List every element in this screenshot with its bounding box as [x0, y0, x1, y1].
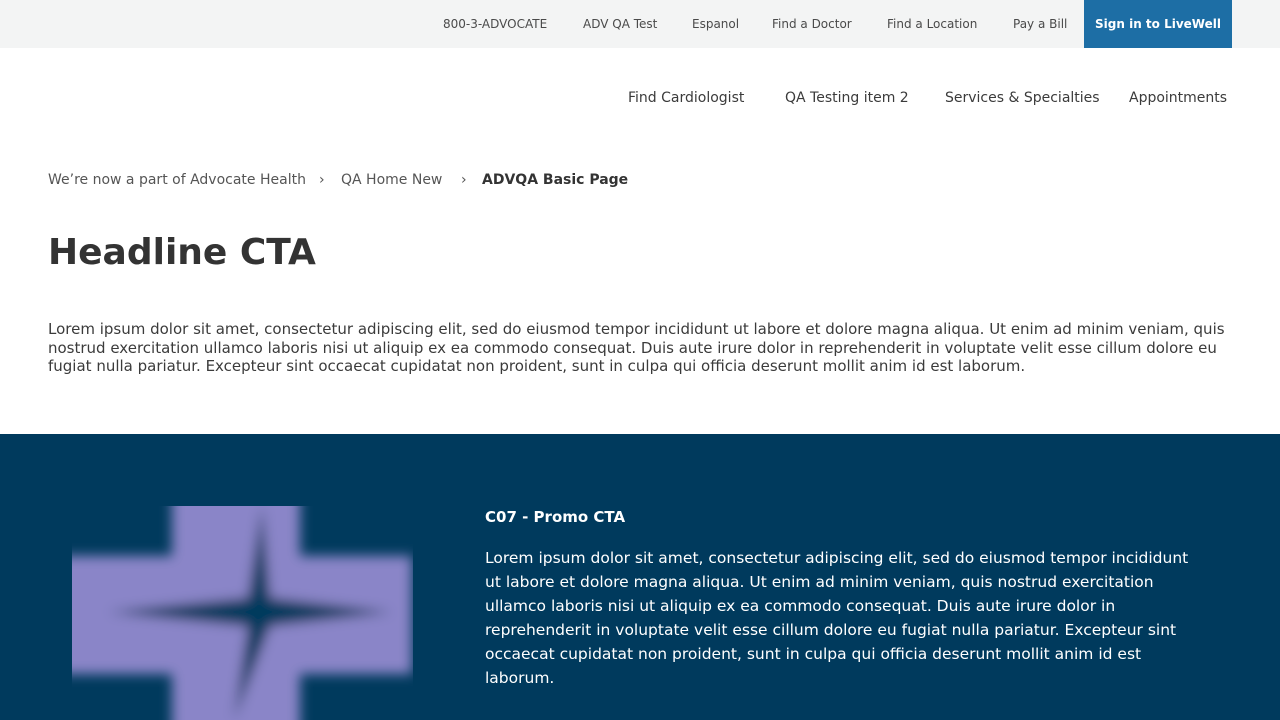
pay-a-bill-link[interactable]: Pay a Bill [1013, 0, 1067, 48]
breadcrumb-current-page: ADVQA Basic Page [482, 172, 629, 188]
promo-cta-section: C07 - Promo CTA Lorem ipsum dolor sit am… [0, 434, 1280, 720]
sign-in-livewell-button[interactable]: Sign in to LiveWell [1084, 0, 1232, 48]
adv-qa-test-link[interactable]: ADV QA Test [583, 0, 657, 48]
chevron-right-icon: › [319, 172, 325, 188]
promo-image [72, 506, 413, 720]
espanol-link[interactable]: Espanol [692, 0, 739, 48]
nav-item-find-cardiologist[interactable]: Find Cardiologist [628, 90, 744, 106]
find-a-doctor-link[interactable]: Find a Doctor [772, 0, 852, 48]
nav-item-qa-testing-item-2[interactable]: QA Testing item 2 [785, 90, 909, 106]
breadcrumb-link-advocate-health[interactable]: We’re now a part of Advocate Health [48, 172, 306, 188]
chevron-right-icon: › [461, 172, 467, 188]
advocate-cross-logo-icon [72, 506, 412, 720]
utility-bar: 800-3-ADVOCATE ADV QA Test Espanol Find … [0, 0, 1280, 48]
nav-item-appointments[interactable]: Appointments [1129, 90, 1227, 106]
promo-body: Lorem ipsum dolor sit amet, consectetur … [485, 549, 1189, 687]
promo-title: C07 - Promo CTA [485, 508, 626, 526]
phone-link[interactable]: 800-3-ADVOCATE [443, 0, 547, 48]
page-title: Headline CTA [48, 232, 316, 273]
nav-item-services-specialties[interactable]: Services & Specialties [945, 90, 1100, 106]
find-a-location-link[interactable]: Find a Location [887, 0, 977, 48]
intro-paragraph: Lorem ipsum dolor sit amet, consectetur … [48, 320, 1225, 375]
breadcrumb-link-qa-home-new[interactable]: QA Home New [341, 172, 442, 188]
